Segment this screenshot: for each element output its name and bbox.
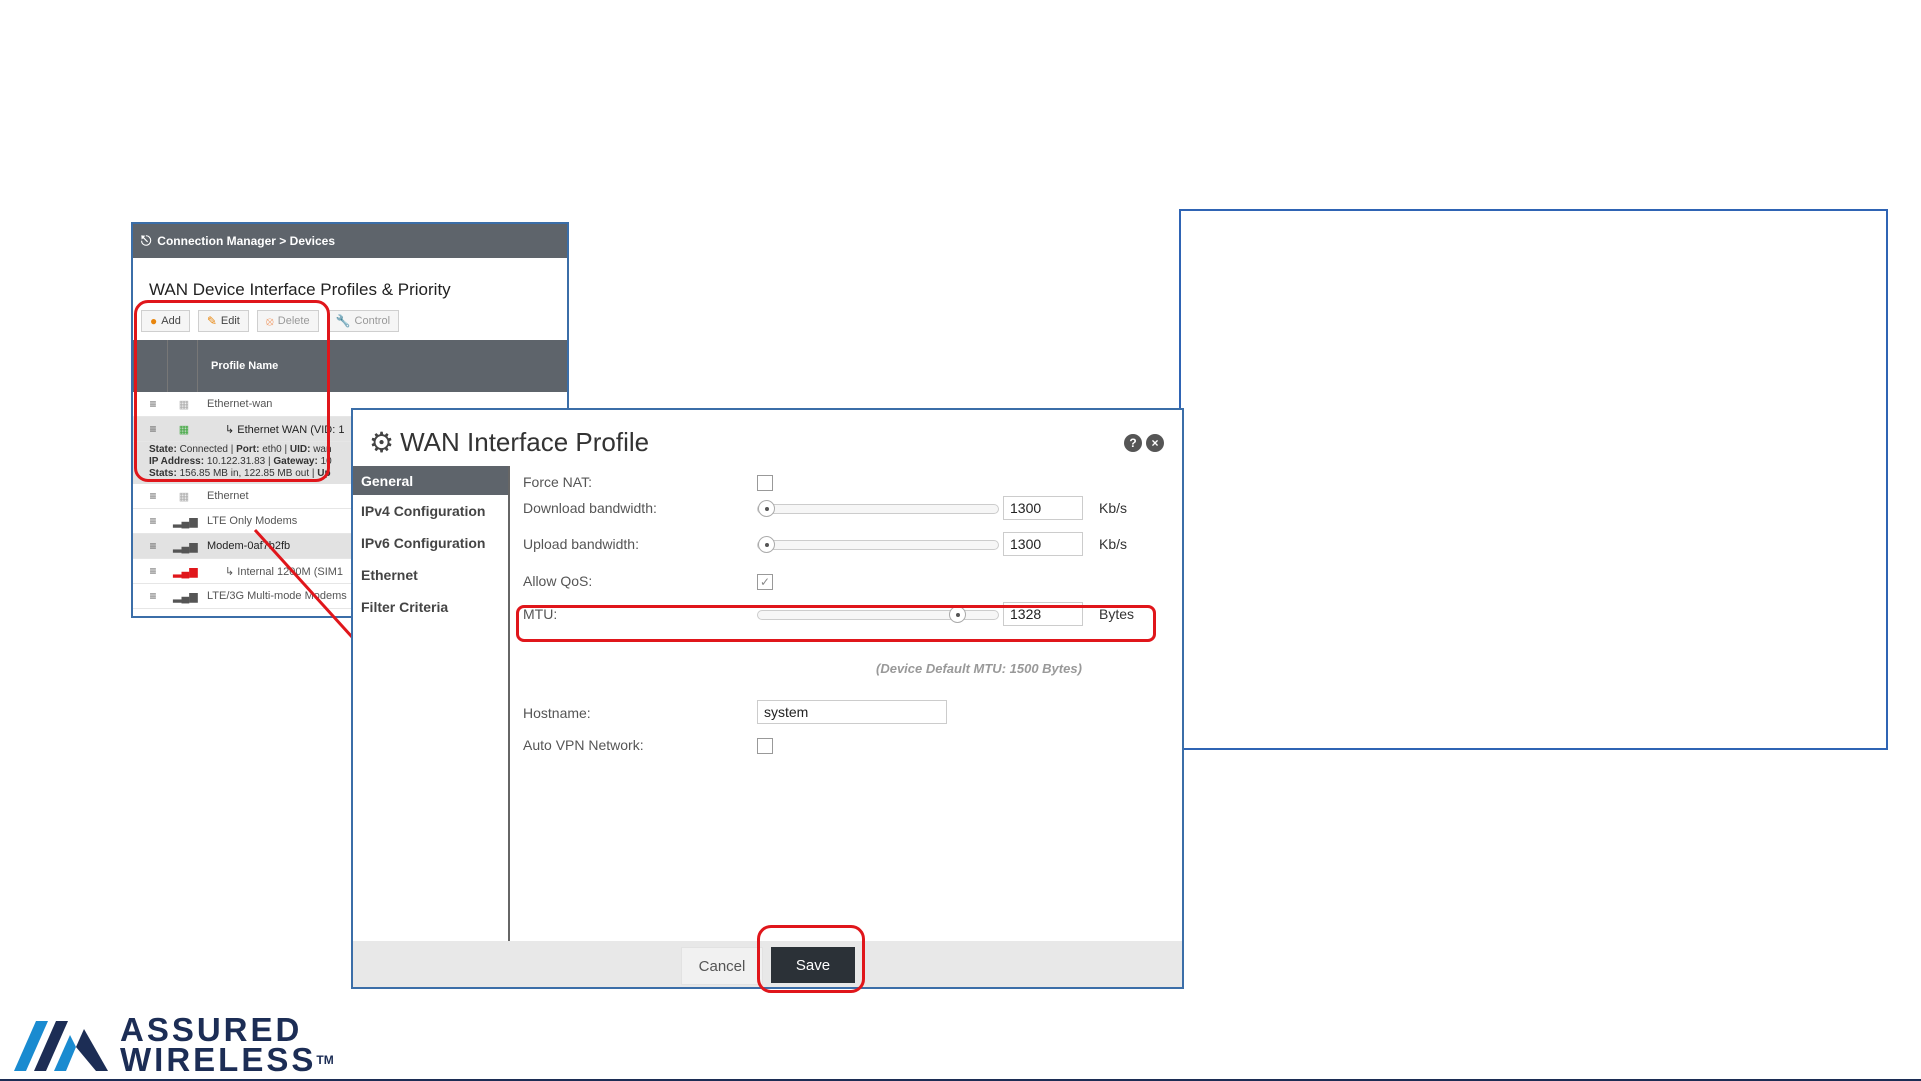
dialog-nav: General IPv4 Configuration IPv6 Configur…: [353, 466, 510, 941]
upload-bandwidth-label: Upload bandwidth:: [523, 536, 639, 552]
upload-bandwidth-slider[interactable]: [757, 536, 999, 553]
upload-unit: Kb/s: [1099, 536, 1128, 552]
hostname-input[interactable]: [757, 700, 947, 724]
help-icon[interactable]: ?: [1124, 434, 1142, 452]
logo-mark-icon: [14, 1021, 108, 1071]
highlight-box-mtu: [516, 605, 1156, 642]
arrow-line: [253, 528, 364, 650]
tab-filter-criteria[interactable]: Filter Criteria: [353, 591, 508, 623]
tab-ipv6-configuration[interactable]: IPv6 Configuration: [353, 527, 508, 559]
hostname-label: Hostname:: [523, 705, 591, 721]
allow-qos-label: Allow QoS:: [523, 573, 593, 589]
download-bandwidth-input[interactable]: [1003, 496, 1083, 520]
logo-line-2: WIRELESSTM: [120, 1041, 334, 1078]
download-bandwidth-slider[interactable]: [757, 500, 999, 517]
tab-ipv4-configuration[interactable]: IPv4 Configuration: [353, 495, 508, 527]
assured-wireless-logo: ASSURED WIRELESSTM: [14, 1011, 334, 1078]
dialog-controls: ? ×: [1120, 434, 1164, 452]
auto-vpn-checkbox[interactable]: [757, 738, 773, 754]
download-unit: Kb/s: [1099, 500, 1128, 516]
mtu-default-note: (Device Default MTU: 1500 Bytes): [876, 661, 1082, 676]
general-form: Force NAT: Download bandwidth: Kb/s Uplo…: [523, 466, 1182, 941]
dialog-title: ⚙ WAN Interface Profile: [369, 427, 650, 458]
wan-interface-profile-dialog: ⚙ WAN Interface Profile ? × General IPv4…: [351, 408, 1184, 989]
slider-handle[interactable]: [758, 500, 775, 517]
upload-bandwidth-input[interactable]: [1003, 532, 1083, 556]
close-icon[interactable]: ×: [1146, 434, 1164, 452]
force-nat-checkbox[interactable]: [757, 475, 773, 491]
highlight-box-save: [757, 925, 865, 993]
logo-wordmark: ASSURED WIRELESSTM: [120, 1011, 334, 1078]
tab-ethernet[interactable]: Ethernet: [353, 559, 508, 591]
force-nat-label: Force NAT:: [523, 474, 592, 490]
tab-general[interactable]: General: [353, 466, 508, 495]
allow-qos-checkbox[interactable]: ✓: [757, 574, 773, 590]
gear-icon: ⚙: [369, 427, 395, 458]
auto-vpn-label: Auto VPN Network:: [523, 737, 644, 753]
slider-handle[interactable]: [758, 536, 775, 553]
cancel-button[interactable]: Cancel: [681, 947, 763, 985]
download-bandwidth-label: Download bandwidth:: [523, 500, 657, 516]
